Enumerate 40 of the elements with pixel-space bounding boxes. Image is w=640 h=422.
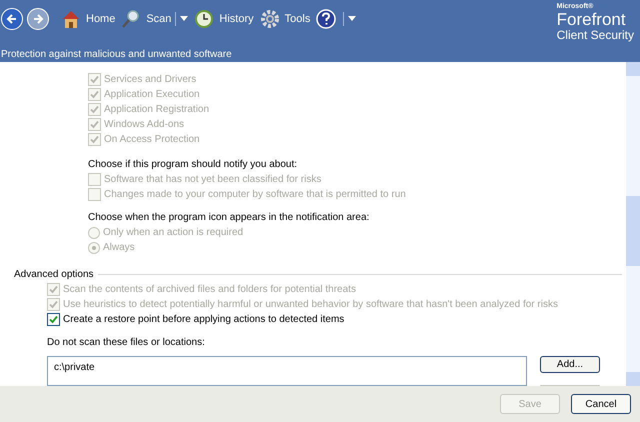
footer-button[interactable]: Cancel	[571, 394, 631, 414]
toolbar-button[interactable]: Tools	[260, 9, 310, 29]
subtitle: Protection against malicious and unwanted software	[1, 48, 233, 62]
section-heading: Choose when the program icon appears in the notification area:	[87, 211, 370, 225]
scrollbar[interactable]	[626, 62, 640, 386]
checkbox-label: Scan the contents of archived files and folders for potential threats	[63, 283, 356, 297]
clock-icon	[194, 9, 214, 29]
checkbox-label: Windows Add-ons	[104, 118, 184, 132]
checkbox-label: Software that has not yet been classified for risks	[104, 173, 322, 187]
radio-label: Always	[103, 241, 135, 255]
exclusions-list[interactable]: c:\private	[47, 356, 527, 386]
checkbox-label: Use heuristics to detect potentially harmful or unwanted behavior by software that hasn't been analyzed for risks	[63, 298, 558, 312]
checkbox-label: Application Execution	[104, 88, 200, 102]
caret-icon[interactable]	[348, 16, 356, 22]
house-icon	[61, 9, 81, 29]
field-label: Do not scan these files or locations:	[46, 336, 206, 350]
left-arrow-icon	[6, 13, 18, 25]
brand-product: Client Security	[556, 28, 634, 43]
checkbox[interactable]	[47, 313, 60, 326]
magnifier-icon	[121, 9, 142, 29]
section-heading: Advanced options	[14, 268, 94, 282]
radio-label: Only when an action is required	[103, 226, 244, 240]
help-icon[interactable]	[316, 9, 336, 29]
toolbar-button[interactable]: Home	[61, 9, 116, 29]
brand-name: Forefront	[556, 11, 626, 28]
add-button[interactable]: Add...	[540, 356, 600, 373]
checkbox-label: Services and Drivers	[104, 73, 196, 87]
checkbox-label: Changes made to your computer by software that is permitted to run	[104, 188, 406, 202]
toolbar-button[interactable]: Scan	[121, 9, 172, 29]
gear-icon	[260, 9, 280, 29]
forward-button[interactable]	[27, 8, 49, 30]
checkbox-label: Create a restore point before applying actions to detected items	[63, 313, 344, 327]
toolbar-button[interactable]: History	[194, 9, 254, 29]
back-button[interactable]	[1, 8, 23, 30]
list-item[interactable]: c:\private	[54, 360, 526, 375]
checkbox-label: On Access Protection	[104, 133, 200, 147]
right-arrow-icon	[32, 13, 44, 25]
section-heading: Choose if this program should notify you about:	[87, 158, 298, 172]
caret-icon[interactable]	[180, 16, 188, 22]
checkbox-label: Application Registration	[104, 103, 210, 117]
